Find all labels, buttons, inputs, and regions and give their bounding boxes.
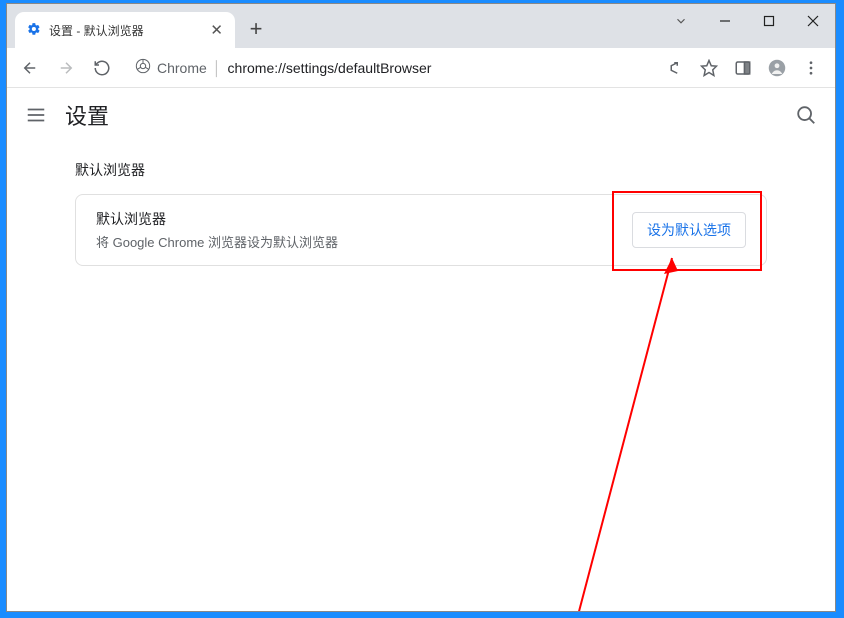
default-browser-card: 默认浏览器 将 Google Chrome 浏览器设为默认浏览器 设为默认选项 xyxy=(75,194,767,266)
chevron-down-icon[interactable] xyxy=(659,6,703,36)
new-tab-button[interactable]: + xyxy=(243,16,269,42)
share-icon[interactable] xyxy=(659,53,691,83)
minimize-button[interactable] xyxy=(703,6,747,36)
menu-kebab-icon[interactable] xyxy=(795,53,827,83)
back-button[interactable] xyxy=(15,53,45,83)
browser-tab[interactable]: 设置 - 默认浏览器 ✕ xyxy=(15,12,235,48)
settings-header: 设置 xyxy=(7,88,835,142)
address-bar[interactable]: Chrome │ chrome://settings/defaultBrowse… xyxy=(123,53,653,83)
chrome-icon xyxy=(135,58,151,77)
toolbar: Chrome │ chrome://settings/defaultBrowse… xyxy=(7,48,835,88)
tab-title: 设置 - 默认浏览器 xyxy=(49,22,202,39)
section-title: 默认浏览器 xyxy=(75,160,767,180)
card-title: 默认浏览器 xyxy=(96,209,338,229)
omnibox-url: chrome://settings/defaultBrowser xyxy=(228,60,432,76)
set-default-button[interactable]: 设为默认选项 xyxy=(632,212,746,248)
maximize-button[interactable] xyxy=(747,6,791,36)
card-subtitle: 将 Google Chrome 浏览器设为默认浏览器 xyxy=(96,232,338,251)
hamburger-menu-icon[interactable] xyxy=(25,104,47,126)
profile-icon[interactable] xyxy=(761,53,793,83)
tab-strip: 设置 - 默认浏览器 ✕ + xyxy=(7,4,835,48)
toolbar-actions xyxy=(659,53,827,83)
window-controls xyxy=(659,6,835,36)
bookmark-star-icon[interactable] xyxy=(693,53,725,83)
close-tab-icon[interactable]: ✕ xyxy=(210,21,223,39)
side-panel-icon[interactable] xyxy=(727,53,759,83)
omnibox-app: Chrome xyxy=(157,60,207,76)
page-title: 设置 xyxy=(65,99,109,131)
chrome-window: 设置 - 默认浏览器 ✕ + xyxy=(6,3,836,612)
forward-button xyxy=(51,53,81,83)
gear-icon xyxy=(27,22,41,39)
default-browser-section: 默认浏览器 默认浏览器 将 Google Chrome 浏览器设为默认浏览器 设… xyxy=(7,142,835,266)
omnibox-separator: │ xyxy=(213,60,222,76)
page-content: 设置 默认浏览器 默认浏览器 将 Google Chrome 浏览器设为默认浏览… xyxy=(7,88,835,611)
reload-button[interactable] xyxy=(87,53,117,83)
search-icon[interactable] xyxy=(795,104,817,126)
annotation-arrow xyxy=(552,238,692,611)
close-window-button[interactable] xyxy=(791,6,835,36)
